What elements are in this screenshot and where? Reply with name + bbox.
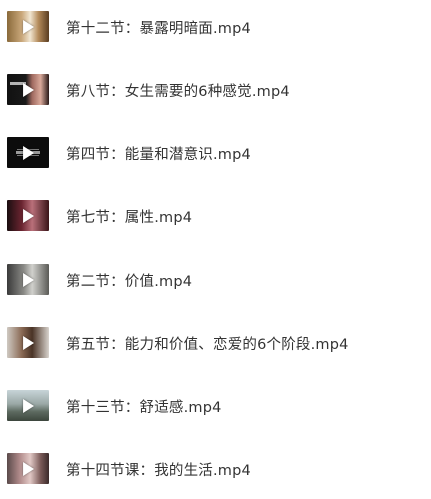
video-file-list: 第十二节：暴露明暗面.mp4 第八节：女生需要的6种感觉.mp4 第四节：能量和… <box>0 0 431 499</box>
video-thumbnail[interactable] <box>7 74 49 105</box>
video-thumbnail[interactable] <box>7 327 49 358</box>
video-list-item[interactable]: 第十二节：暴露明暗面.mp4 <box>0 1 431 51</box>
video-title[interactable]: 第七节：属性.mp4 <box>66 206 192 227</box>
play-icon <box>23 145 35 160</box>
play-icon <box>23 272 35 287</box>
video-title[interactable]: 第八节：女生需要的6种感觉.mp4 <box>66 80 290 101</box>
video-thumbnail[interactable] <box>7 11 49 42</box>
video-title[interactable]: 第二节：价值.mp4 <box>66 270 192 291</box>
video-list-item[interactable]: 第五节：能力和价值、恋爱的6个阶段.mp4 <box>0 317 431 367</box>
video-list-item[interactable]: 第十四节课：我的生活.mp4 <box>0 443 431 493</box>
video-list-item[interactable]: 第十三节：舒适感.mp4 <box>0 380 431 430</box>
video-thumbnail[interactable] <box>7 390 49 421</box>
video-thumbnail[interactable] <box>7 137 49 168</box>
play-icon <box>23 19 35 34</box>
video-title[interactable]: 第五节：能力和价值、恋爱的6个阶段.mp4 <box>66 333 349 354</box>
video-list-item[interactable]: 第四节：能量和潜意识.mp4 <box>0 127 431 177</box>
play-icon <box>23 398 35 413</box>
play-icon <box>23 335 35 350</box>
video-thumbnail[interactable] <box>7 264 49 295</box>
video-list-item[interactable]: 第七节：属性.mp4 <box>0 190 431 240</box>
video-list-item[interactable]: 第八节：女生需要的6种感觉.mp4 <box>0 64 431 114</box>
video-list-item[interactable]: 第二节：价值.mp4 <box>0 254 431 304</box>
play-icon <box>23 82 35 97</box>
video-title[interactable]: 第十二节：暴露明暗面.mp4 <box>66 17 251 38</box>
play-icon <box>23 461 35 476</box>
play-icon <box>23 208 35 223</box>
video-title[interactable]: 第十四节课：我的生活.mp4 <box>66 459 251 480</box>
video-title[interactable]: 第十三节：舒适感.mp4 <box>66 396 222 417</box>
video-thumbnail[interactable] <box>7 200 49 231</box>
video-thumbnail[interactable] <box>7 453 49 484</box>
video-title[interactable]: 第四节：能量和潜意识.mp4 <box>66 143 251 164</box>
